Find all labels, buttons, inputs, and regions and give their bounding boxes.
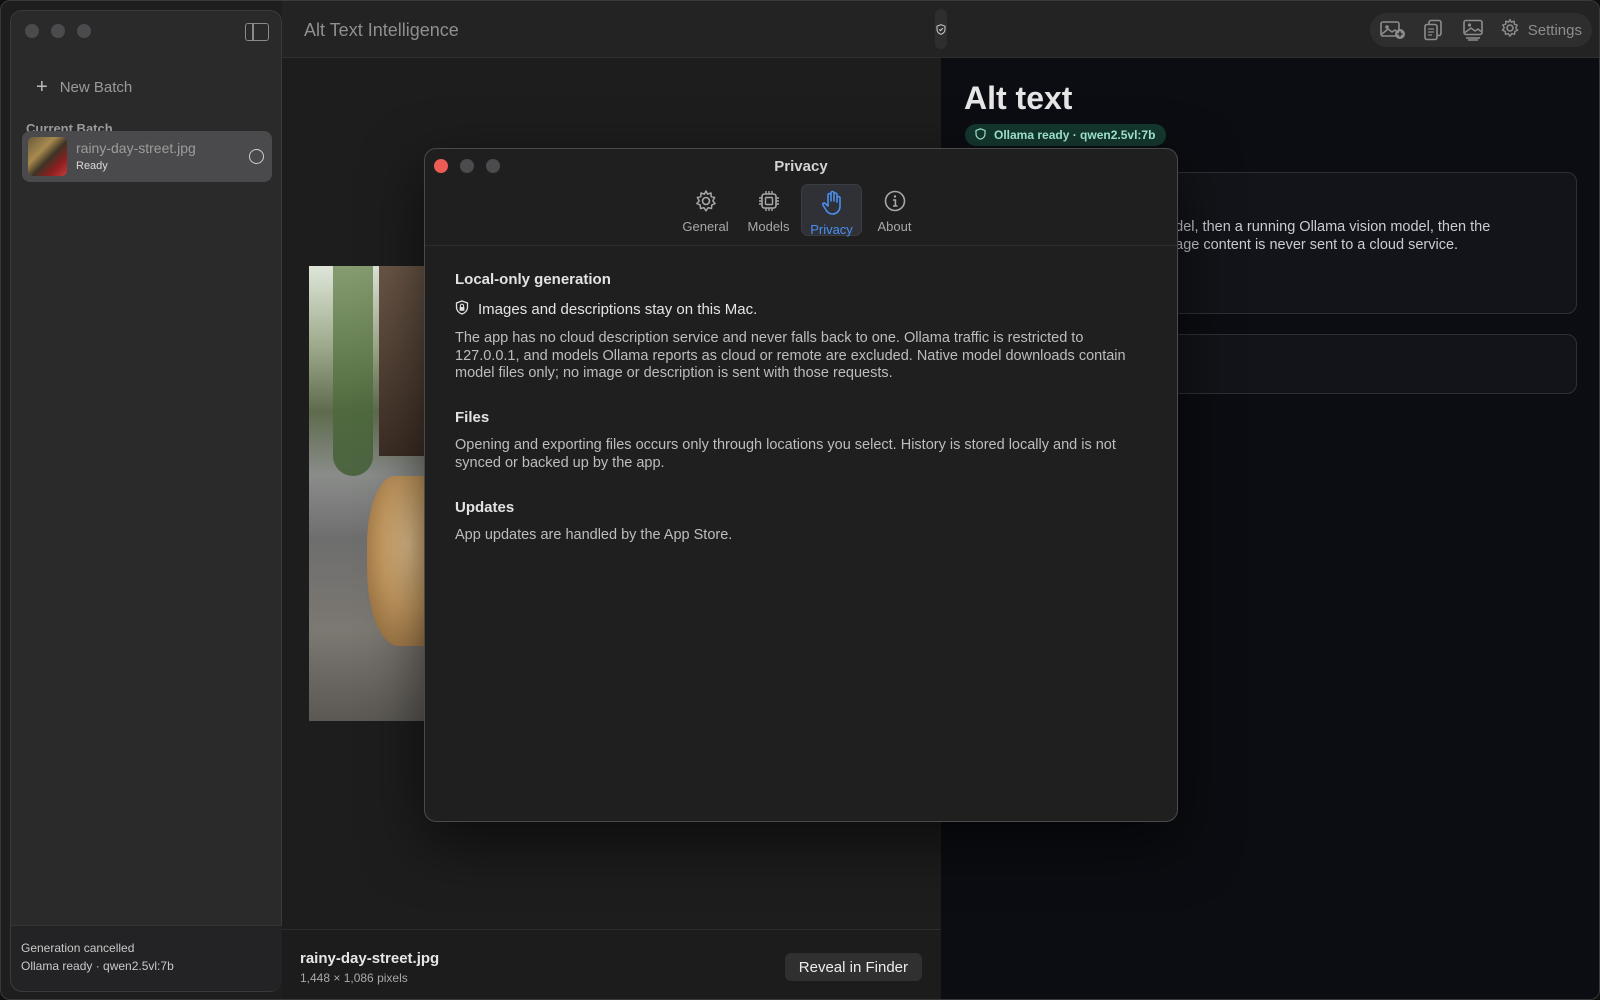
minimize-window-button[interactable] <box>51 24 65 38</box>
batch-item-status: Ready <box>76 160 108 172</box>
info-card: model, then a running Ollama vision mode… <box>1154 172 1577 314</box>
card-text-line1: model, then a running Ollama vision mode… <box>1155 219 1491 235</box>
sidebar: + New Batch Current Batch rainy-day-stre… <box>10 10 283 992</box>
image-icon[interactable] <box>1460 19 1486 41</box>
dialog-divider <box>425 245 1177 246</box>
tab-label: About <box>877 219 912 234</box>
section-title-updates: Updates <box>455 498 515 516</box>
toolbar: Settings <box>1369 13 1592 47</box>
settings-label: Settings <box>1527 21 1582 39</box>
tab-label: Models <box>747 219 790 234</box>
settings-button[interactable]: Settings <box>1500 18 1582 42</box>
preview-building <box>379 266 424 456</box>
hand-raised-icon <box>820 190 844 219</box>
zoom-window-button[interactable] <box>77 24 91 38</box>
file-name: rainy-day-street.jpg <box>300 950 440 967</box>
batch-item[interactable]: rainy-day-street.jpg Ready <box>22 131 272 182</box>
settings-dialog: Privacy General Models Privacy About Loc… <box>424 148 1178 822</box>
sidebar-footer: Generation cancelled Ollama ready · qwen… <box>11 925 283 991</box>
tab-about[interactable]: About <box>864 184 925 236</box>
panel-title: Alt text <box>964 80 1073 116</box>
local-only-body: The app has no cloud description service… <box>455 330 1126 382</box>
tab-general[interactable]: General <box>675 184 736 236</box>
secondary-card <box>1154 334 1577 394</box>
copy-icon[interactable] <box>1420 19 1446 41</box>
gear-icon <box>694 189 718 216</box>
app-title: Alt Text Intelligence <box>304 20 459 40</box>
shield-icon <box>975 127 986 143</box>
preview-footer: rainy-day-street.jpg 1,448 × 1,086 pixel… <box>282 929 941 999</box>
tab-label: General <box>682 219 729 234</box>
image-thumbnail <box>28 137 67 176</box>
tab-label: Privacy <box>810 222 853 237</box>
card-text-line2: Image content is never sent to a cloud s… <box>1155 236 1459 253</box>
close-window-button[interactable] <box>25 24 39 38</box>
privacy-content: Local-only generation Images and descrip… <box>455 271 1145 544</box>
plus-icon: + <box>36 76 48 98</box>
status-badge: Ollama ready · qwen2.5vl:7b <box>965 124 1167 146</box>
app-window: + New Batch Current Batch rainy-day-stre… <box>0 0 1600 1000</box>
section-title-local: Local-only generation <box>455 271 611 288</box>
image-preview <box>309 266 424 721</box>
new-batch-button[interactable]: + New Batch <box>36 77 132 97</box>
tab-models[interactable]: Models <box>738 184 799 236</box>
local-only-text: Images and descriptions stay on this Mac… <box>478 301 758 318</box>
updates-body: App updates are handled by the App Store… <box>455 526 733 543</box>
info-icon <box>883 189 907 216</box>
gear-icon <box>1500 18 1520 42</box>
status-text: Ollama ready · qwen2.5vl:7b <box>994 128 1156 142</box>
reveal-in-finder-button[interactable]: Reveal in Finder <box>784 953 922 981</box>
add-image-icon[interactable] <box>1379 19 1406 41</box>
lock-shield-icon <box>455 300 469 319</box>
local-only-line: Images and descriptions stay on this Mac… <box>455 300 1145 319</box>
title-bar: Alt Text Intelligence Settings <box>282 1 1599 58</box>
preview-tree <box>333 266 373 476</box>
sidebar-toggle-icon[interactable] <box>245 23 269 41</box>
new-batch-label: New Batch <box>59 78 133 96</box>
cpu-chip-icon <box>757 189 781 216</box>
settings-tabs: General Models Privacy About <box>675 184 925 237</box>
file-dimensions: 1,448 × 1,086 pixels <box>300 971 408 985</box>
section-title-files: Files <box>455 409 490 427</box>
generation-status: Generation cancelled <box>21 941 135 955</box>
batch-item-name: rainy-day-street.jpg <box>76 140 196 156</box>
dialog-title: Privacy <box>774 158 828 175</box>
window-controls <box>25 24 91 38</box>
select-radio[interactable] <box>249 149 264 164</box>
ollama-status: Ollama ready · qwen2.5vl:7b <box>21 959 174 973</box>
files-body: Opening and exporting files occurs only … <box>455 437 1116 471</box>
preview-dog <box>367 476 424 646</box>
shield-check-icon[interactable] <box>935 9 947 49</box>
tab-privacy[interactable]: Privacy <box>801 184 862 237</box>
